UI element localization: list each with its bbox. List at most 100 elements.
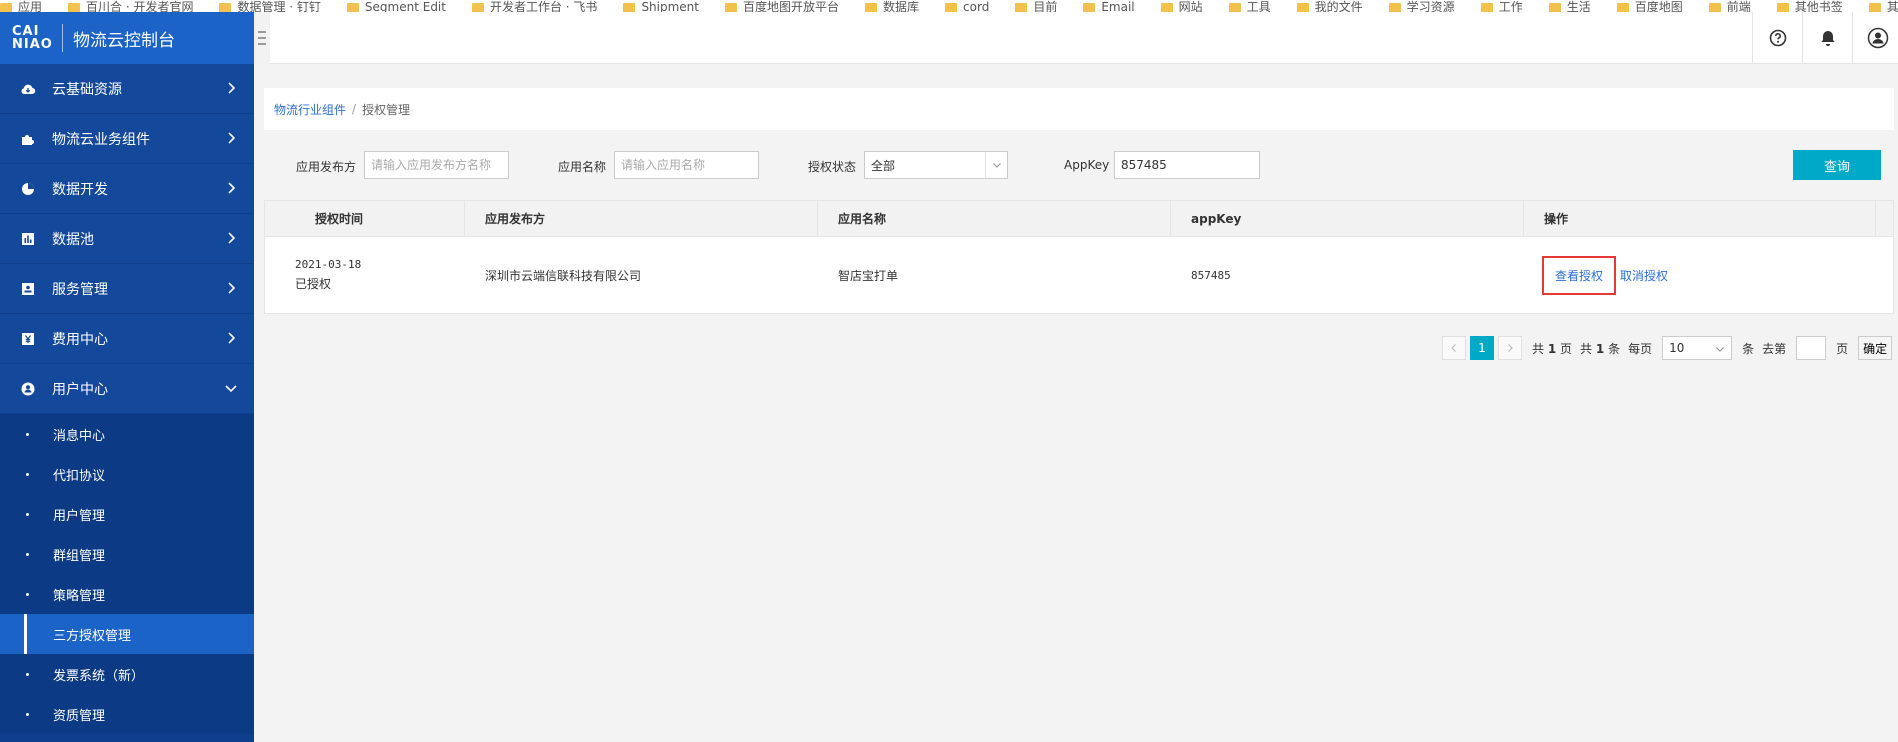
help-icon xyxy=(1769,29,1786,47)
chevron-right-icon xyxy=(228,132,236,144)
folder-icon xyxy=(1776,2,1789,12)
bookmark-item[interactable]: 其他书签 xyxy=(1776,0,1843,12)
submenu-message-center[interactable]: 消息中心 xyxy=(0,414,254,454)
submenu-qualification-management[interactable]: 资质管理 xyxy=(0,694,254,734)
brand-header[interactable]: CAI NIAO 物流云控制台 xyxy=(0,12,254,64)
submenu-invoice-system[interactable]: 发票系统（新） xyxy=(0,654,254,694)
bookmark-item[interactable]: 工具 xyxy=(1228,0,1271,12)
menu-cloud-resources[interactable]: 云基础资源 xyxy=(0,64,254,114)
cainiao-logo: CAI NIAO xyxy=(12,24,53,52)
jump-unit: 页 xyxy=(1836,341,1849,356)
account-button[interactable] xyxy=(1852,12,1898,64)
filter-bar: 应用发布方 应用名称 授权状态 全部 AppKey 查询 xyxy=(264,150,1894,182)
confirm-jump-button[interactable]: 确定 xyxy=(1858,336,1893,360)
status-select-value: 全部 xyxy=(871,158,896,173)
column-publisher: 应用发布方 xyxy=(465,201,818,236)
cell-publisher: 深圳市云端信联科技有限公司 xyxy=(485,268,642,283)
bookmark-item[interactable]: 数据库 xyxy=(865,0,919,12)
menu-label: 物流云业务组件 xyxy=(52,131,150,148)
per-page-label: 每页 xyxy=(1628,341,1653,356)
bookmark-item[interactable]: 网站 xyxy=(1160,0,1203,12)
bookmark-item[interactable]: cord xyxy=(945,0,989,12)
bookmark-item[interactable]: Shipment xyxy=(623,0,699,12)
notifications-button[interactable] xyxy=(1802,12,1852,64)
auth-date: 2021-03-18 xyxy=(295,258,362,271)
breadcrumb-parent-link[interactable]: 物流行业组件 xyxy=(274,101,346,118)
folder-icon xyxy=(1708,2,1721,12)
cloud-icon xyxy=(20,81,36,97)
submenu-policy-management[interactable]: 策略管理 xyxy=(0,574,254,614)
page-number-button[interactable]: 1 xyxy=(1470,336,1494,360)
folder-icon xyxy=(1015,2,1028,12)
bookmark-item[interactable]: 百川合 · 开发者官网 xyxy=(68,0,193,12)
cancel-authorization-link[interactable]: 取消授权 xyxy=(1620,267,1668,284)
app-name-input[interactable] xyxy=(614,151,759,179)
bookmark-item[interactable]: 应用 xyxy=(0,0,42,12)
bookmark-item[interactable]: 目前 xyxy=(1015,0,1057,12)
menu-user-center[interactable]: 用户中心 xyxy=(0,364,254,414)
menu-billing-center[interactable]: 费用中心 xyxy=(0,314,254,364)
bookmark-item[interactable]: 工作 xyxy=(1480,0,1523,12)
bullet-icon xyxy=(26,432,29,436)
highlight-box: 查看授权 xyxy=(1542,255,1617,295)
bookmark-item[interactable]: 前端 xyxy=(1708,0,1751,12)
menu-data-pool[interactable]: 数据池 xyxy=(0,214,254,264)
bookmark-item[interactable]: 学习资源 xyxy=(1388,0,1455,12)
folder-icon xyxy=(725,2,737,12)
sidebar-collapse-handle[interactable] xyxy=(254,12,270,64)
per-page-select[interactable]: 10 xyxy=(1662,336,1733,360)
jump-page-input[interactable] xyxy=(1796,336,1827,360)
menu-label: 费用中心 xyxy=(52,331,108,348)
bookmark-item[interactable]: 百度地图 xyxy=(1616,0,1683,12)
user-center-submenu: 消息中心 代扣协议 用户管理 群组管理 策略管理 三方授权管理 发票系统（新） … xyxy=(0,414,254,734)
submenu-group-management[interactable]: 群组管理 xyxy=(0,534,254,574)
bullet-icon xyxy=(26,672,29,676)
cell-auth-time: 2021-03-18 已授权 xyxy=(265,237,465,313)
appkey-input[interactable] xyxy=(1114,151,1260,179)
folder-icon xyxy=(865,2,878,12)
folder-icon xyxy=(219,2,232,12)
submenu-withholding-agreement[interactable]: 代扣协议 xyxy=(0,454,254,494)
menu-label: 用户中心 xyxy=(52,381,108,398)
bell-icon xyxy=(1821,31,1834,46)
menu-service-management[interactable]: 服务管理 xyxy=(0,264,254,314)
publisher-label: 应用发布方 xyxy=(296,160,357,174)
bullet-icon xyxy=(26,512,29,516)
appkey-label: AppKey xyxy=(1064,158,1110,172)
menu-data-development[interactable]: 数据开发 xyxy=(0,164,254,214)
bookmark-item[interactable]: 百度地图开放平台 xyxy=(725,0,839,12)
submenu-user-management[interactable]: 用户管理 xyxy=(0,494,254,534)
publisher-input[interactable] xyxy=(364,151,509,179)
bullet-icon xyxy=(26,552,29,556)
bookmark-item[interactable]: 生活 xyxy=(1548,0,1591,12)
bookmark-item[interactable]: 我的文件 xyxy=(1296,0,1363,12)
bookmark-item[interactable]: 其它书签 xyxy=(1868,0,1898,12)
breadcrumb-current: 授权管理 xyxy=(362,102,411,117)
authorization-table: 授权时间 应用发布方 应用名称 appKey 操作 2021-03-18 已授权… xyxy=(264,200,1894,314)
bookmark-item[interactable]: Segment Edit xyxy=(346,0,446,12)
bookmark-item[interactable]: 开发者工作台 · 飞书 xyxy=(471,0,597,12)
next-page-button[interactable] xyxy=(1498,336,1522,360)
bookmark-item[interactable]: 数据管理 · 钉钉 xyxy=(219,0,321,12)
prev-page-button[interactable] xyxy=(1442,336,1466,360)
chevron-left-icon xyxy=(1451,344,1456,352)
help-button[interactable] xyxy=(1752,12,1802,64)
chevron-right-icon xyxy=(228,82,236,94)
avatar-icon xyxy=(1867,27,1888,49)
pie-chart-icon xyxy=(20,181,36,197)
column-spacer xyxy=(1876,201,1893,236)
submenu-third-party-auth[interactable]: 三方授权管理 xyxy=(0,614,254,654)
column-actions: 操作 xyxy=(1524,201,1876,236)
column-app-name: 应用名称 xyxy=(818,201,1171,236)
bookmark-item[interactable]: Email xyxy=(1083,0,1135,12)
breadcrumb-separator: / xyxy=(352,102,357,116)
view-authorization-link[interactable]: 查看授权 xyxy=(1555,269,1603,283)
folder-icon xyxy=(1228,2,1241,12)
table-row: 2021-03-18 已授权 深圳市云端信联科技有限公司 智店宝打单 85748… xyxy=(265,237,1893,313)
query-button[interactable]: 查询 xyxy=(1793,150,1881,180)
per-page-unit: 条 xyxy=(1742,341,1755,356)
breadcrumb: 物流行业组件 / 授权管理 xyxy=(264,88,1894,130)
menu-logistics-components[interactable]: 物流云业务组件 xyxy=(0,114,254,164)
status-select[interactable]: 全部 xyxy=(864,151,1008,179)
folder-icon xyxy=(623,2,636,12)
